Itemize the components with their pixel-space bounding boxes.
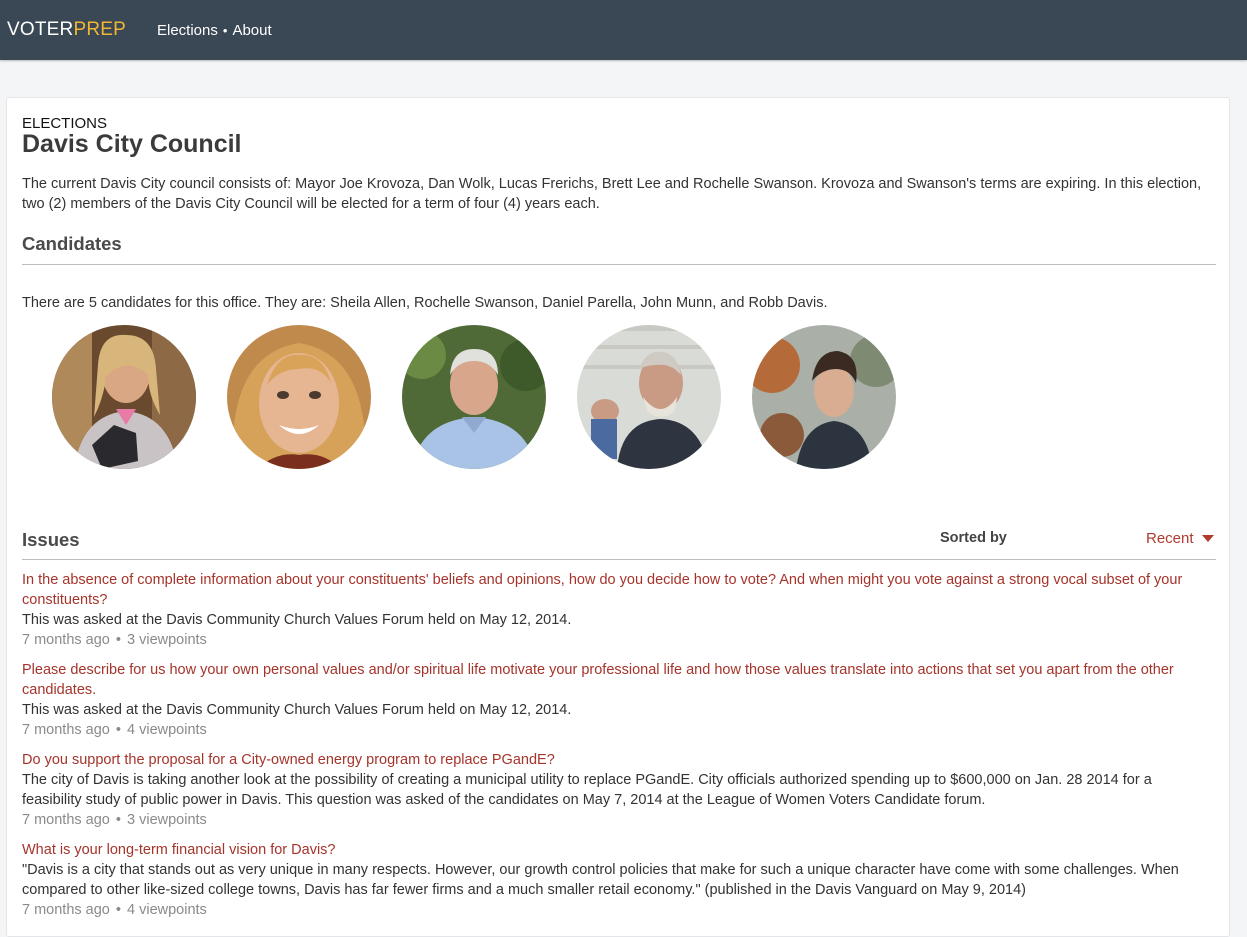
page-title: Davis City Council [22, 130, 242, 158]
nav-about-link[interactable]: About [232, 22, 271, 39]
sorted-by-label: Sorted by [940, 530, 1007, 546]
issue-detail: The city of Davis is taking another look… [22, 772, 1152, 808]
issue-meta: 7 months ago • 3 viewpoints [22, 630, 1202, 650]
logo-text-prep: PREP [73, 19, 126, 40]
candidates-summary: There are 5 candidates for this office. … [22, 295, 828, 311]
meta-separator-dot: • [111, 722, 126, 738]
top-navbar: VOTERPREP Elections • About [0, 0, 1247, 60]
candidate-avatar-john-munn[interactable] [577, 325, 721, 469]
candidate-avatar-robb-davis[interactable] [752, 325, 896, 469]
meta-separator-dot: • [111, 812, 126, 828]
candidate-avatars [52, 325, 927, 469]
issues-list: In the absence of complete information a… [22, 570, 1202, 930]
issue-detail: This was asked at the Davis Community Ch… [22, 702, 572, 718]
issue-age: 7 months ago [22, 632, 110, 648]
list-item: In the absence of complete information a… [22, 570, 1202, 650]
sort-dropdown[interactable]: Recent [1146, 530, 1214, 547]
issue-viewpoints[interactable]: 4 viewpoints [127, 902, 207, 918]
candidate-avatar-sheila-allen[interactable] [52, 325, 196, 469]
issues-heading: Issues [22, 529, 80, 550]
candidates-heading: Candidates [22, 233, 122, 254]
main-nav: Elections • About [157, 22, 272, 39]
issue-meta: 7 months ago • 4 viewpoints [22, 720, 1202, 740]
issue-meta: 7 months ago • 4 viewpoints [22, 900, 1202, 920]
logo-text-voter: VOTER [7, 19, 74, 40]
issue-age: 7 months ago [22, 812, 110, 828]
list-item: Please describe for us how your own pers… [22, 660, 1202, 740]
issue-meta: 7 months ago • 3 viewpoints [22, 810, 1202, 830]
issues-divider [22, 559, 1216, 560]
list-item: Do you support the proposal for a City-o… [22, 750, 1202, 830]
issue-viewpoints[interactable]: 3 viewpoints [127, 812, 207, 828]
election-card: ELECTIONS Davis City Council The current… [6, 97, 1230, 937]
candidate-avatar-daniel-parella[interactable] [402, 325, 546, 469]
issue-age: 7 months ago [22, 902, 110, 918]
issue-viewpoints[interactable]: 3 viewpoints [127, 632, 207, 648]
issue-question-link[interactable]: Please describe for us how your own pers… [22, 660, 1202, 700]
issue-detail: "Davis is a city that stands out as very… [22, 862, 1179, 898]
meta-separator-dot: • [111, 902, 126, 918]
sort-value: Recent [1146, 530, 1194, 547]
candidates-divider [22, 264, 1216, 265]
meta-separator-dot: • [111, 632, 126, 648]
issue-question-link[interactable]: What is your long-term financial vision … [22, 840, 1202, 860]
issue-age: 7 months ago [22, 722, 110, 738]
issue-detail: This was asked at the Davis Community Ch… [22, 612, 572, 628]
caret-down-icon [1201, 535, 1214, 542]
list-item: What is your long-term financial vision … [22, 840, 1202, 920]
issue-viewpoints[interactable]: 4 viewpoints [127, 722, 207, 738]
nav-elections-link[interactable]: Elections [157, 22, 218, 39]
candidate-avatar-rochelle-swanson[interactable] [227, 325, 371, 469]
issue-question-link[interactable]: In the absence of complete information a… [22, 570, 1202, 610]
election-description: The current Davis City council consists … [22, 176, 1202, 212]
issue-question-link[interactable]: Do you support the proposal for a City-o… [22, 750, 1202, 770]
voterprep-logo[interactable]: VOTERPREP [7, 19, 126, 41]
nav-separator-dot: • [222, 22, 228, 38]
